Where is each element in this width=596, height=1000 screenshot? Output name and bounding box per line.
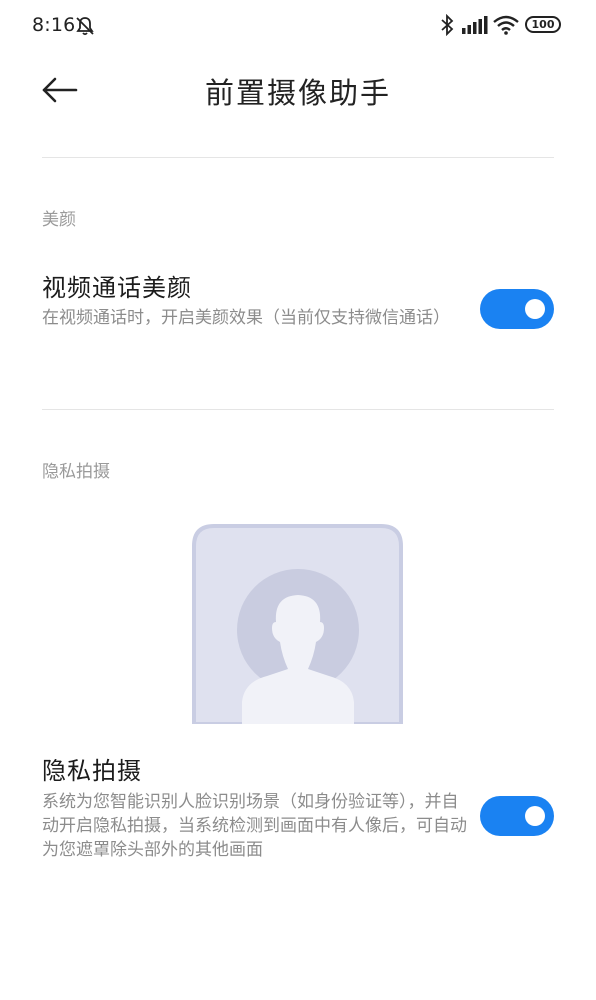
wifi-icon [493, 15, 519, 35]
section-divider [42, 409, 554, 410]
toggle-knob [525, 299, 545, 319]
page-title: 前置摄像助手 [204, 76, 391, 110]
setting-title-privacy-shooting: 隐私拍摄 [42, 757, 142, 785]
bluetooth-icon [441, 14, 454, 36]
battery-icon: 100 [525, 16, 561, 33]
header-divider [42, 157, 554, 158]
mute-icon [76, 17, 94, 36]
toggle-knob [525, 806, 545, 826]
section-label-beauty: 美颜 [42, 210, 76, 230]
status-time: 8:16 [32, 14, 76, 36]
privacy-shooting-toggle[interactable] [480, 796, 554, 836]
signal-icon [462, 16, 488, 34]
person-silhouette-icon [192, 524, 403, 724]
status-bar: 8:16 100 [0, 0, 596, 52]
header: 前置摄像助手 [0, 52, 596, 132]
setting-description-video-call-beauty: 在视频通话时，开启美颜效果（当前仅支持微信通话） [42, 308, 450, 328]
setting-title-video-call-beauty: 视频通话美颜 [42, 274, 192, 302]
setting-description-privacy-shooting: 系统为您智能识别人脸识别场景（如身份验证等），并自动开启隐私拍摄，当系统检测到画… [42, 792, 467, 860]
section-label-privacy: 隐私拍摄 [42, 462, 110, 482]
video-call-beauty-toggle[interactable] [480, 289, 554, 329]
